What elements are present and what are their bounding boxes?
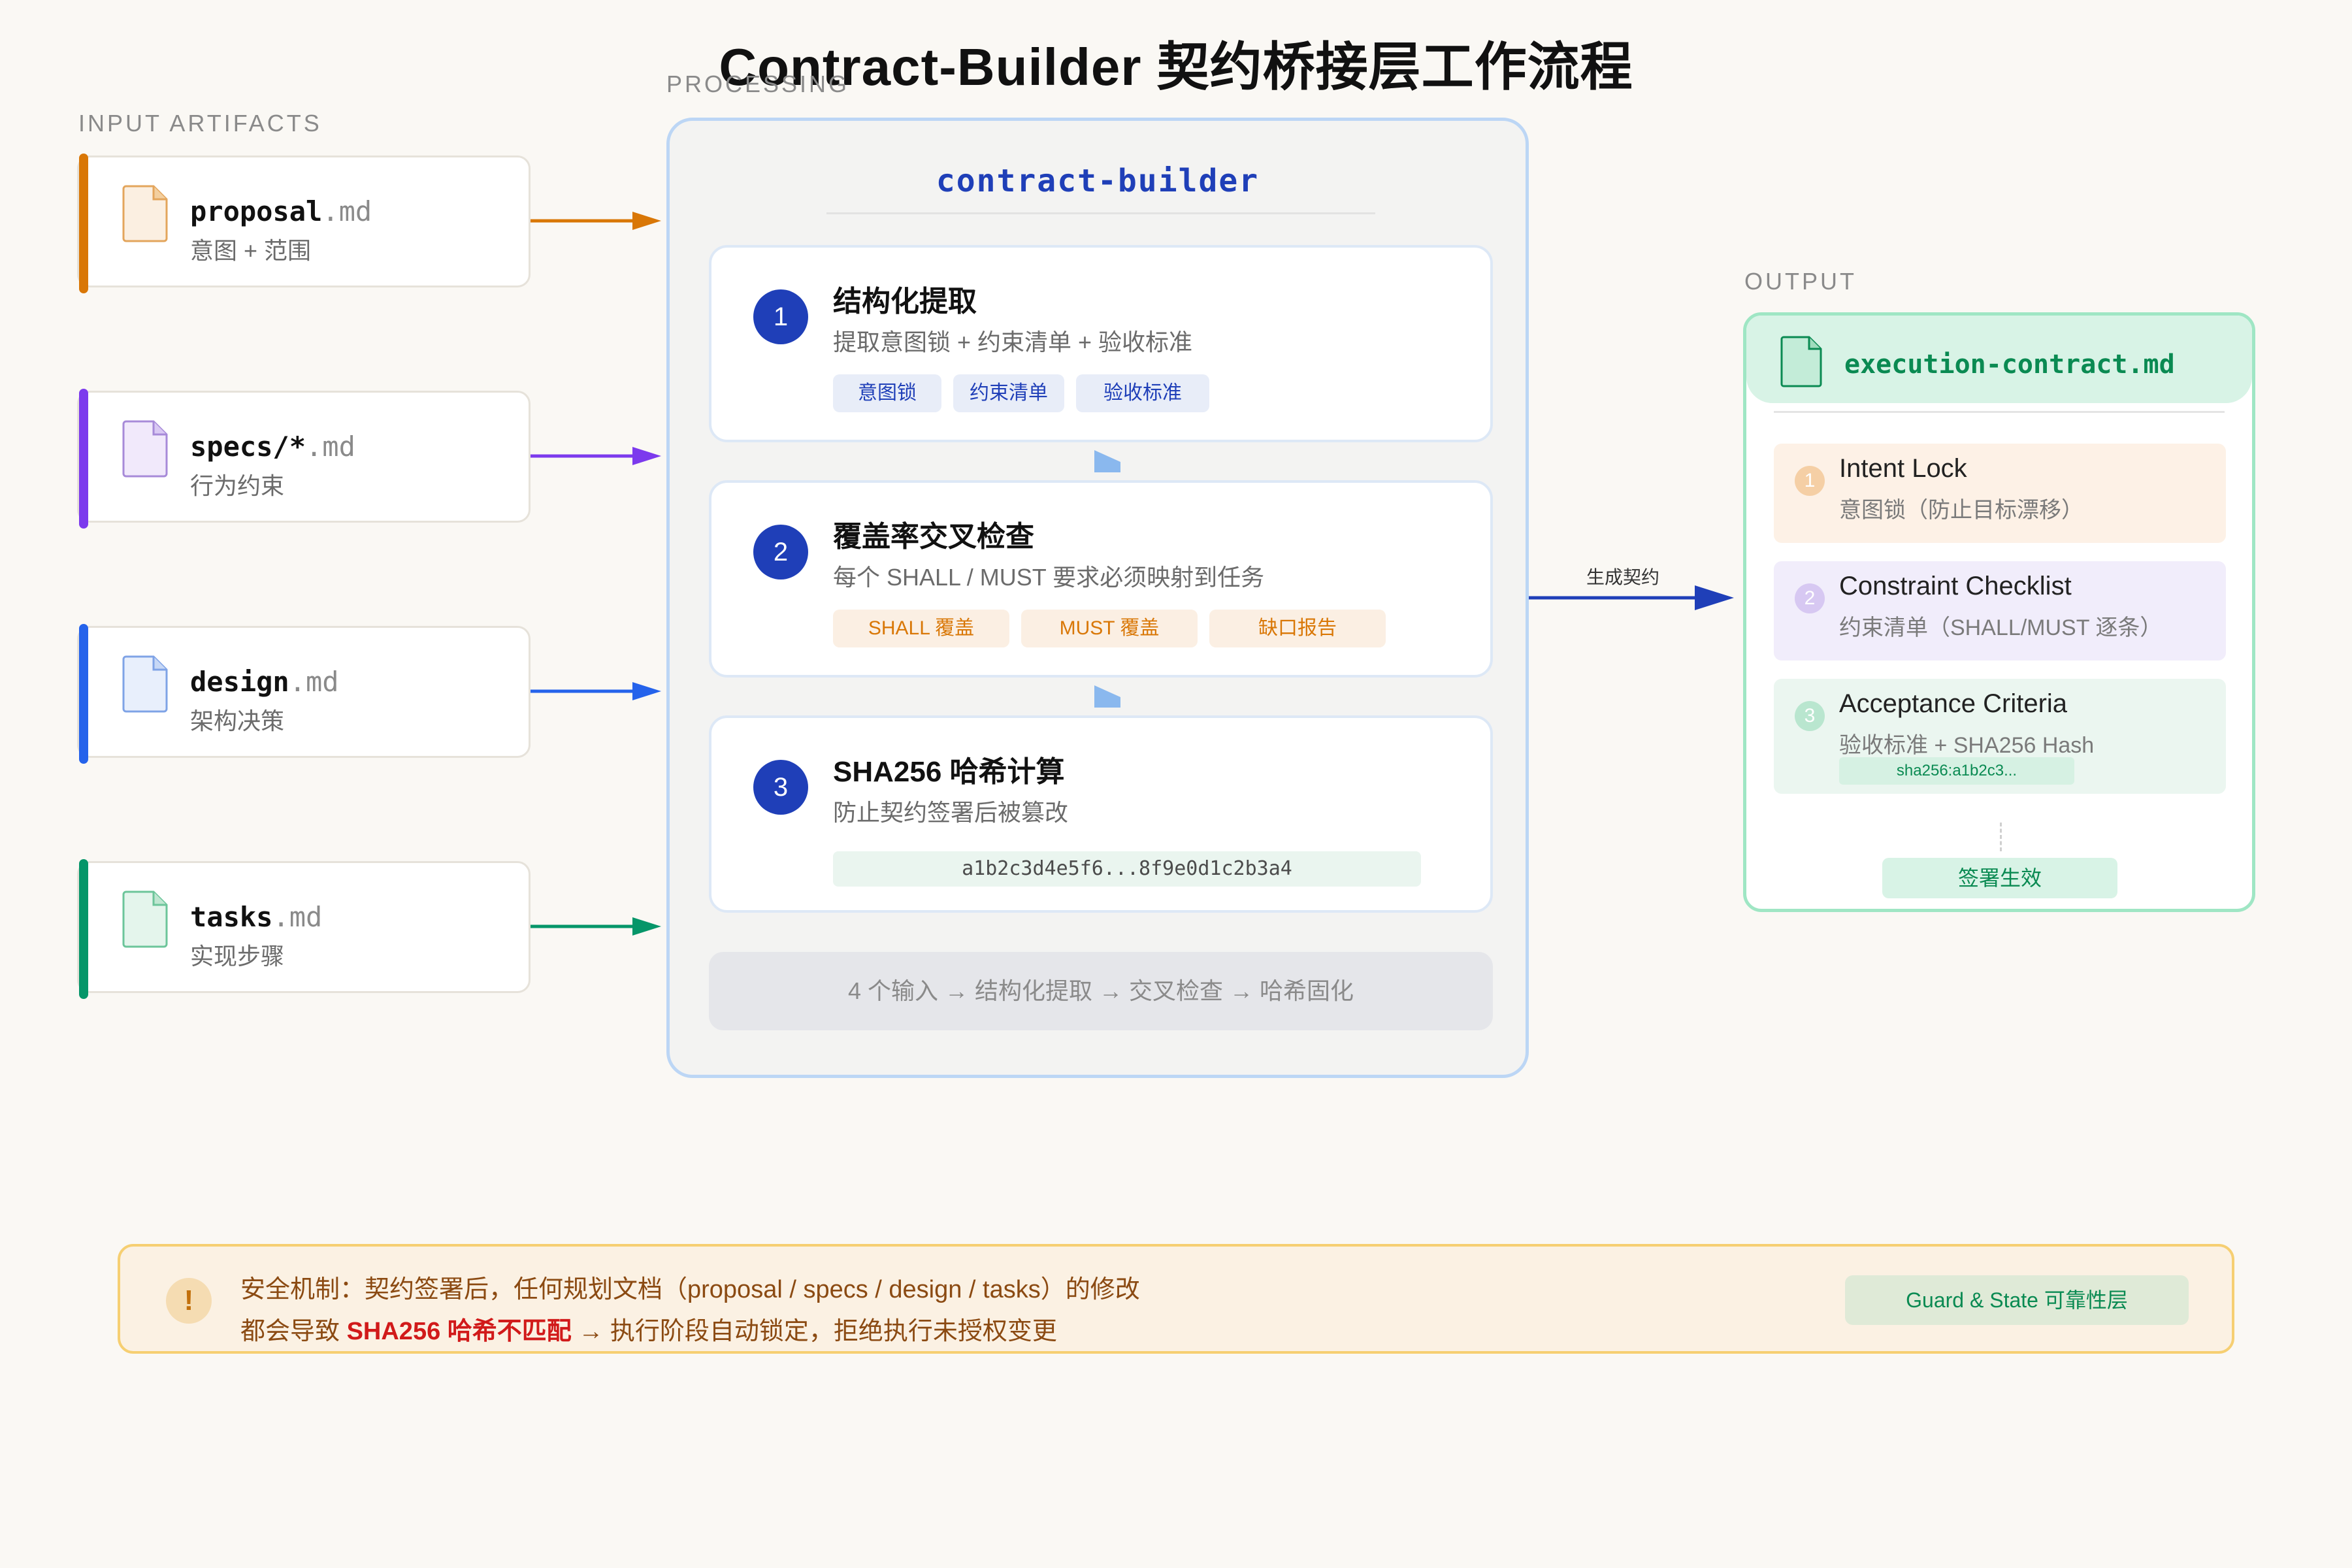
input-desc: 架构决策 bbox=[190, 708, 285, 734]
input-name: tasks.md bbox=[190, 901, 323, 933]
notice-emphasis: SHA256 哈希不匹配 bbox=[346, 1318, 572, 1345]
item-number: 2 bbox=[1795, 583, 1825, 613]
accent-bar bbox=[79, 624, 88, 764]
step-desc: 防止契约签署后被篡改 bbox=[833, 799, 1069, 826]
processing-section-label: PROCESSING bbox=[666, 71, 850, 97]
tag: 约束清单 bbox=[953, 374, 1064, 412]
file-icon bbox=[122, 185, 168, 242]
hash-badge: sha256:a1b2c3... bbox=[1839, 757, 2074, 785]
output-panel: execution-contract.md 1 Intent Lock 意图锁（… bbox=[1743, 312, 2255, 912]
notice-line-1: 安全机制：契约签署后，任何规划文档（proposal / specs / des… bbox=[240, 1276, 1140, 1303]
step-number: 2 bbox=[753, 525, 808, 580]
input-card-proposal: proposal.md 意图 + 范围 bbox=[77, 154, 531, 293]
arrow-proposal bbox=[531, 212, 661, 230]
input-name: specs/*.md bbox=[190, 431, 355, 463]
divider bbox=[1774, 411, 2225, 413]
pipeline-summary: 4 个输入 → 结构化提取 → 交叉检查 → 哈希固化 bbox=[709, 952, 1493, 1030]
step-sha256-hash: 3 SHA256 哈希计算 防止契约签署后被篡改 a1b2c3d4e5f6...… bbox=[709, 715, 1493, 913]
input-desc: 实现步骤 bbox=[190, 943, 285, 970]
reliability-layer-badge: Guard & State 可靠性层 bbox=[1845, 1275, 2189, 1325]
step-structured-extraction: 1 结构化提取 提取意图锁 + 约束清单 + 验收标准 意图锁 约束清单 验收标… bbox=[709, 245, 1493, 442]
step-title: 覆盖率交叉检查 bbox=[833, 521, 1034, 553]
tag: 验收标准 bbox=[1076, 374, 1209, 412]
step-desc: 提取意图锁 + 约束清单 + 验收标准 bbox=[833, 329, 1193, 355]
item-number: 3 bbox=[1795, 701, 1825, 731]
divider bbox=[826, 212, 1375, 214]
input-section-label: INPUT ARTIFACTS bbox=[78, 110, 322, 137]
step-title: 结构化提取 bbox=[833, 286, 977, 318]
notice-line-2: 都会导致 SHA256 哈希不匹配 → 执行阶段自动锁定，拒绝执行未授权变更 bbox=[240, 1318, 1057, 1345]
arrow-tasks bbox=[531, 917, 661, 936]
item-title: Intent Lock bbox=[1839, 454, 1967, 483]
file-icon bbox=[122, 420, 168, 478]
down-arrow-icon bbox=[1094, 685, 1120, 708]
step-title: SHA256 哈希计算 bbox=[833, 756, 1065, 788]
output-item-acceptance-criteria: 3 Acceptance Criteria 验收标准 + SHA256 Hash… bbox=[1774, 679, 2226, 794]
item-desc: 约束清单（SHALL/MUST 逐条） bbox=[1839, 615, 2163, 640]
item-title: Acceptance Criteria bbox=[1839, 689, 2068, 718]
tag: SHALL 覆盖 bbox=[833, 610, 1009, 647]
arrow-specs bbox=[531, 447, 661, 465]
tag: MUST 覆盖 bbox=[1021, 610, 1198, 647]
input-card-tasks: tasks.md 实现步骤 bbox=[77, 859, 531, 999]
accent-bar bbox=[79, 389, 88, 529]
dashed-connector bbox=[2000, 823, 2002, 851]
input-card-specs: specs/*.md 行为约束 bbox=[77, 389, 531, 529]
tag: 意图锁 bbox=[833, 374, 941, 412]
page-title: Contract-Builder 契约桥接层工作流程 bbox=[719, 38, 1633, 96]
item-number: 1 bbox=[1795, 466, 1825, 496]
input-name: proposal.md bbox=[190, 195, 372, 227]
output-section-label: OUTPUT bbox=[1744, 268, 1857, 295]
processor-name: contract-builder bbox=[936, 163, 1260, 199]
item-desc: 意图锁（防止目标漂移） bbox=[1839, 498, 2083, 523]
item-title: Constraint Checklist bbox=[1839, 572, 2072, 600]
input-desc: 意图 + 范围 bbox=[190, 237, 312, 264]
accent-bar bbox=[79, 859, 88, 999]
sign-badge: 签署生效 bbox=[1882, 858, 2117, 898]
item-desc: 验收标准 + SHA256 Hash bbox=[1839, 733, 2095, 758]
step-number: 3 bbox=[753, 760, 808, 815]
output-item-intent-lock: 1 Intent Lock 意图锁（防止目标漂移） bbox=[1774, 444, 2226, 543]
tag: 缺口报告 bbox=[1209, 610, 1386, 647]
input-card-design: design.md 架构决策 bbox=[77, 624, 531, 764]
processing-panel: contract-builder 1 结构化提取 提取意图锁 + 约束清单 + … bbox=[666, 118, 1529, 1078]
hash-value: a1b2c3d4e5f6...8f9e0d1c2b3a4 bbox=[833, 851, 1421, 887]
accent-bar bbox=[79, 154, 88, 293]
file-icon bbox=[122, 655, 168, 713]
file-icon bbox=[122, 890, 168, 948]
arrow-to-output bbox=[1529, 585, 1734, 610]
input-desc: 行为约束 bbox=[190, 472, 285, 499]
output-filename: execution-contract.md bbox=[1844, 350, 2175, 380]
warning-icon: ! bbox=[166, 1278, 212, 1324]
output-item-constraint-checklist: 2 Constraint Checklist 约束清单（SHALL/MUST 逐… bbox=[1774, 561, 2226, 661]
step-coverage-check: 2 覆盖率交叉检查 每个 SHALL / MUST 要求必须映射到任务 SHAL… bbox=[709, 480, 1493, 678]
arrow-design bbox=[531, 682, 661, 700]
security-notice: ! 安全机制：契约签署后，任何规划文档（proposal / specs / d… bbox=[118, 1244, 2234, 1354]
step-number: 1 bbox=[753, 289, 808, 344]
input-name: design.md bbox=[190, 666, 339, 698]
down-arrow-icon bbox=[1094, 450, 1120, 472]
file-icon bbox=[1780, 336, 1822, 387]
step-desc: 每个 SHALL / MUST 要求必须映射到任务 bbox=[833, 564, 1265, 591]
